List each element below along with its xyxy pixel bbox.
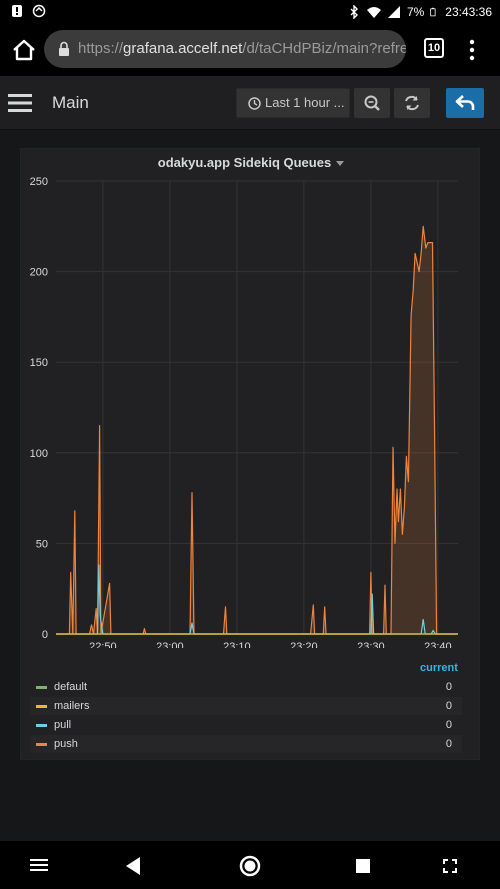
reply-icon <box>455 95 475 110</box>
bluetooth-icon <box>350 5 358 19</box>
battery-percent: 7% <box>406 5 425 19</box>
home-circle-icon[interactable] <box>239 855 261 877</box>
fullscreen-icon[interactable] <box>443 859 457 873</box>
system-nav-bar <box>0 841 500 889</box>
x-tick-label: 22:50 <box>89 641 117 648</box>
overflow-menu-icon[interactable] <box>468 38 476 62</box>
legend-current-value: 0 <box>445 719 452 731</box>
recents-icon[interactable] <box>356 859 370 873</box>
legend-item-default[interactable]: default 0 <box>30 678 462 696</box>
url-path: /d/taCHdPBiz/main?refres <box>242 40 406 57</box>
legend-name[interactable]: pull <box>54 719 71 731</box>
menu-icon[interactable] <box>30 858 48 872</box>
legend-swatch[interactable] <box>36 724 47 727</box>
back-icon[interactable] <box>124 856 142 876</box>
legend-item-pull[interactable]: pull 0 <box>30 716 462 734</box>
zoom-out-icon <box>364 95 380 111</box>
url-host: grafana.accelf.net <box>123 40 243 57</box>
queue-graph[interactable]: 0 50 100 150 200 250 22:50 23:00 23:10 23:20 23:30… <box>20 148 480 648</box>
legend-current-header[interactable]: current <box>420 662 458 674</box>
x-tick-label: 23:40 <box>424 641 452 648</box>
series-area-push <box>56 226 458 635</box>
clock-time: 23:43:36 <box>445 5 492 19</box>
y-tick-label: 100 <box>30 448 48 460</box>
legend-current-value: 0 <box>445 681 452 693</box>
y-tick-label: 200 <box>30 267 48 279</box>
x-tick-label: 23:00 <box>156 641 184 648</box>
refresh-button[interactable] <box>394 88 430 118</box>
legend-name[interactable]: push <box>54 738 78 750</box>
home-icon[interactable] <box>10 36 38 64</box>
alert-icon <box>12 5 22 17</box>
legend-current-value: 0 <box>445 700 452 712</box>
legend-item-push[interactable]: push 0 <box>30 735 462 753</box>
lock-icon <box>59 41 69 56</box>
y-tick-label: 150 <box>30 357 48 369</box>
legend-name[interactable]: default <box>54 681 87 693</box>
x-tick-label: 23:10 <box>223 641 251 648</box>
y-tick-label: 250 <box>30 176 48 188</box>
legend-swatch[interactable] <box>36 705 47 708</box>
dashboard-navbar: Main Last 1 hour ... <box>0 76 500 130</box>
battery-icon <box>430 7 436 17</box>
wifi-icon <box>366 7 381 18</box>
hamburger-menu-icon[interactable] <box>8 92 32 114</box>
dashboard-title[interactable]: Main <box>52 93 89 113</box>
status-bar: 7% 23:43:36 <box>0 0 500 24</box>
tab-switcher-button[interactable]: 10 <box>424 38 444 58</box>
legend-swatch[interactable] <box>36 686 47 689</box>
address-bar[interactable]: https://grafana.accelf.net/d/taCHdPBiz/m… <box>44 30 406 68</box>
legend-current-value: 0 <box>445 738 452 750</box>
back-to-dashboard-button[interactable] <box>446 88 484 118</box>
sync-icon <box>32 4 46 18</box>
x-tick-label: 23:20 <box>290 641 318 648</box>
time-range-label: Last 1 hour ... <box>265 95 345 110</box>
zoom-out-button[interactable] <box>354 88 390 118</box>
y-tick-label: 50 <box>36 538 48 550</box>
legend-swatch[interactable] <box>36 743 47 746</box>
url-scheme: https:// <box>78 40 124 57</box>
clock-icon <box>248 97 261 110</box>
browser-toolbar: https://grafana.accelf.net/d/taCHdPBiz/m… <box>0 24 500 76</box>
x-tick-label: 23:30 <box>357 641 385 648</box>
legend-item-mailers[interactable]: mailers 0 <box>30 697 462 715</box>
time-range-picker[interactable]: Last 1 hour ... <box>236 88 350 118</box>
refresh-icon <box>405 95 419 111</box>
signal-icon <box>387 6 400 18</box>
legend-name[interactable]: mailers <box>54 700 89 712</box>
y-tick-label: 0 <box>42 629 48 641</box>
